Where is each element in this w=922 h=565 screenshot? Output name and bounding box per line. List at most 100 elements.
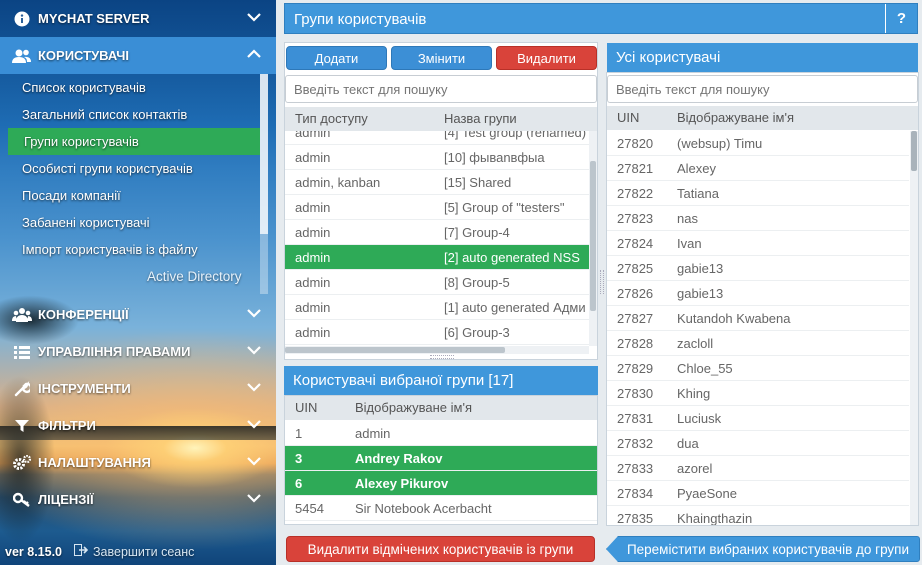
- group-row[interactable]: admin [7] Group-4: [285, 220, 589, 245]
- display-name-cell: Luciusk: [677, 411, 722, 426]
- group-row[interactable]: admin [4] Test group (renamed): [285, 131, 589, 145]
- groups-panel: Додати Змінити Видалити Тип доступу Назв…: [284, 42, 598, 360]
- user-row[interactable]: 27835 Khaingthazin: [607, 506, 909, 525]
- groups-toolbar: Додати Змінити Видалити: [285, 43, 597, 73]
- sidebar-item-user-groups[interactable]: Групи користувачів: [8, 128, 260, 155]
- group-access-cell: admin, kanban: [295, 175, 381, 190]
- group-row[interactable]: admin [6] Group-3: [285, 320, 589, 345]
- group-access-cell: admin: [295, 131, 331, 140]
- user-row[interactable]: 27824 Ivan: [607, 231, 909, 256]
- sidebar-item-personal-groups[interactable]: Особисті групи користувачів: [8, 155, 260, 182]
- filter-icon: [12, 419, 32, 433]
- user-row[interactable]: 27825 gabie13: [607, 256, 909, 281]
- move-selected-users-button[interactable]: Перемістити вибраних користувачів до гру…: [606, 536, 920, 562]
- sidebar-item-positions[interactable]: Посади компанії: [8, 182, 260, 209]
- all-users-scrollbar[interactable]: [910, 131, 918, 525]
- section-label: MYCHAT SERVER: [38, 11, 150, 26]
- group-user-row[interactable]: 3 Andrey Rakov: [285, 446, 597, 471]
- uin-cell: 5454: [295, 501, 324, 516]
- user-row[interactable]: 27828 zacloll: [607, 331, 909, 356]
- sidebar-item-user-list[interactable]: Список користувачів: [8, 74, 260, 101]
- user-row[interactable]: 27826 gabie13: [607, 281, 909, 306]
- group-user-row[interactable]: 5454 Sir Notebook Acerbacht: [285, 496, 597, 521]
- user-row[interactable]: 27834 PyaeSone: [607, 481, 909, 506]
- column-uin[interactable]: UIN: [617, 106, 639, 130]
- group-user-row[interactable]: 1 admin: [285, 421, 597, 446]
- uin-cell: 27829: [617, 361, 654, 376]
- section-licenses[interactable]: ЛІЦЕНЗІЇ: [0, 481, 276, 518]
- display-name-cell: zacloll: [677, 336, 714, 351]
- user-row[interactable]: 27829 Chloe_55: [607, 356, 909, 381]
- edit-group-button[interactable]: Змінити: [391, 46, 492, 70]
- groups-scrollbar[interactable]: [589, 131, 597, 346]
- user-row[interactable]: 27831 Luciusk: [607, 406, 909, 431]
- uin-cell: 27824: [617, 236, 654, 251]
- scrollbar-thumb[interactable]: [285, 347, 505, 353]
- section-tools[interactable]: ІНСТРУМЕНТИ: [0, 370, 276, 407]
- user-row[interactable]: 27821 Alexey: [607, 156, 909, 181]
- group-access-cell: admin: [295, 275, 331, 290]
- scrollbar-thumb[interactable]: [590, 161, 596, 311]
- groups-search-input[interactable]: [285, 75, 597, 103]
- section-mychat-server[interactable]: MYCHAT SERVER: [0, 0, 276, 37]
- display-name-cell: Ivan: [677, 236, 702, 251]
- logout-icon: [74, 544, 89, 559]
- page-title: Групи користувачів: [294, 11, 427, 28]
- all-users-search-input[interactable]: [607, 75, 918, 103]
- sidebar-item-active-directory[interactable]: Active Directory: [147, 269, 242, 284]
- uin-cell: 27833: [617, 461, 654, 476]
- all-users-table-header: UIN Відображуване ім'я: [607, 106, 918, 130]
- horizontal-splitter[interactable]: [430, 355, 454, 359]
- group-row[interactable]: admin [10] фываnвфыа: [285, 145, 589, 170]
- section-label: ФІЛЬТРИ: [38, 418, 96, 433]
- user-row[interactable]: 27833 azorel: [607, 456, 909, 481]
- section-filters[interactable]: ФІЛЬТРИ: [0, 407, 276, 444]
- section-settings[interactable]: НАЛАШТУВАННЯ: [0, 444, 276, 481]
- group-row[interactable]: admin [1] auto generated Адми: [285, 295, 589, 320]
- scrollbar-thumb[interactable]: [260, 74, 268, 234]
- groups-table-header: Тип доступу Назва групи: [285, 107, 597, 131]
- column-access-type[interactable]: Тип доступу: [295, 107, 368, 131]
- add-group-button[interactable]: Додати: [286, 46, 387, 70]
- chevron-down-icon: [246, 10, 262, 27]
- group-row[interactable]: admin, kanban [15] Shared: [285, 170, 589, 195]
- group-row[interactable]: admin [5] Group of "testers": [285, 195, 589, 220]
- user-row[interactable]: 27820 (websup) Timu: [607, 131, 909, 156]
- uin-cell: 27826: [617, 286, 654, 301]
- sidebar-item-contact-list[interactable]: Загальний список контактів: [8, 101, 260, 128]
- group-name-cell: [7] Group-4: [444, 225, 510, 240]
- logout-button[interactable]: Завершити сеанс: [74, 544, 194, 559]
- section-rights-management[interactable]: УПРАВЛІННЯ ПРАВАМИ: [0, 333, 276, 370]
- group-row[interactable]: admin [8] Group-5: [285, 270, 589, 295]
- all-users-panel: UIN Відображуване ім'я 27820 (websup) Tim…: [606, 72, 919, 526]
- user-row[interactable]: 27832 dua: [607, 431, 909, 456]
- scrollbar-thumb[interactable]: [911, 131, 917, 171]
- sidebar-item-import-users[interactable]: Імпорт користувачів із файлу: [8, 236, 260, 263]
- group-name-cell: [5] Group of "testers": [444, 200, 565, 215]
- section-conferences[interactable]: КОНФЕРЕНЦІЇ: [0, 296, 276, 333]
- group-user-row[interactable]: 6 Alexey Pikurov: [285, 471, 597, 496]
- user-row[interactable]: 27822 Tatiana: [607, 181, 909, 206]
- section-users[interactable]: КОРИСТУВАЧІ: [0, 37, 276, 74]
- groups-hscrollbar[interactable]: [285, 346, 589, 354]
- section-label: ЛІЦЕНЗІЇ: [38, 492, 94, 507]
- display-name-cell: PyaeSone: [677, 486, 737, 501]
- user-row[interactable]: 27830 Khing: [607, 381, 909, 406]
- group-users-table-header: UIN Відображуване ім'я: [285, 396, 597, 420]
- remove-marked-users-button[interactable]: Видалити відмічених користувачів із груп…: [286, 536, 595, 562]
- user-row[interactable]: 27823 nas: [607, 206, 909, 231]
- column-uin[interactable]: UIN: [295, 396, 317, 420]
- display-name-cell: Chloe_55: [677, 361, 733, 376]
- uin-cell: 27831: [617, 411, 654, 426]
- delete-group-button[interactable]: Видалити: [496, 46, 597, 70]
- column-group-name[interactable]: Назва групи: [444, 107, 517, 131]
- column-display-name[interactable]: Відображуване ім'я: [355, 396, 472, 420]
- group-row[interactable]: admin [2] auto generated NSS: [285, 245, 589, 270]
- sidebar-item-banned-users[interactable]: Забанені користувачі: [8, 209, 260, 236]
- submenu-scrollbar[interactable]: [260, 74, 268, 294]
- group-name-cell: [10] фываnвфыа: [444, 150, 545, 165]
- vertical-splitter[interactable]: [600, 270, 604, 294]
- column-display-name[interactable]: Відображуване ім'я: [677, 106, 794, 130]
- user-row[interactable]: 27827 Kutandoh Kwabena: [607, 306, 909, 331]
- help-button[interactable]: ?: [885, 4, 917, 33]
